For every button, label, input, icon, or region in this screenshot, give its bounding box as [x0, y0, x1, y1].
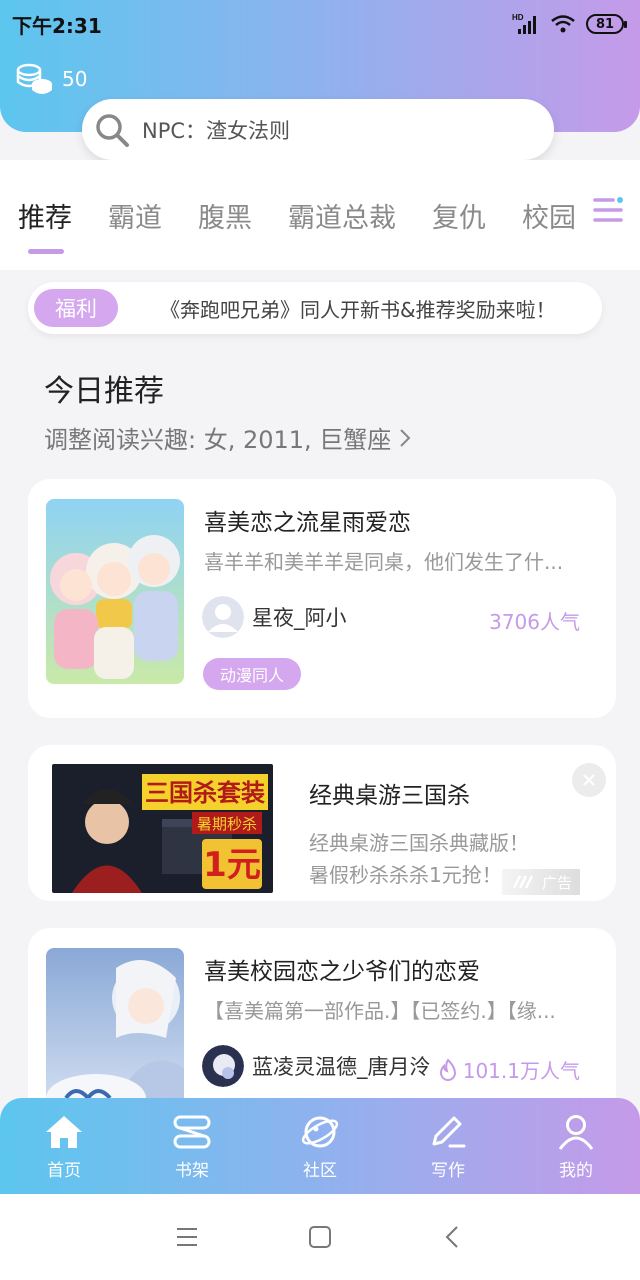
ad-title: 经典桌游三国杀	[309, 783, 470, 809]
tab-campus[interactable]: 校园	[522, 196, 576, 235]
tab-revenge[interactable]: 复仇	[432, 196, 486, 235]
svg-text:1元: 1元	[203, 845, 261, 885]
book-title: 喜美恋之流星雨爱恋	[204, 510, 411, 536]
nav-bookshelf-label: 书架	[175, 1161, 209, 1181]
svg-text:HD: HD	[512, 13, 524, 22]
ad-description-line1: 经典桌游三国杀典藏版！	[309, 831, 529, 855]
nav-write[interactable]: 写作	[384, 1098, 512, 1194]
author-info[interactable]: 蓝凌灵温德_唐月泠	[202, 1045, 431, 1087]
bottom-navigation: 首页 书架 社区 写作 我的	[0, 1098, 640, 1194]
wifi-icon	[551, 15, 575, 33]
nav-home[interactable]: 首页	[0, 1098, 128, 1194]
active-tab-indicator	[28, 249, 64, 254]
notice-text: 《奔跑吧兄弟》同人开新书&推荐奖励来啦！	[160, 297, 556, 322]
svg-text:三国杀套装: 三国杀套装	[145, 779, 265, 807]
book-description: 喜羊羊和美羊羊是同桌，他们发生了什...	[204, 550, 564, 574]
flame-icon	[439, 1058, 456, 1081]
ad-image: 1元 三国杀套装 暑期秒杀	[52, 764, 273, 893]
book-description: 【喜美篇第一部作品.】【已签约.】【缘...	[204, 999, 556, 1023]
nav-community-label: 社区	[303, 1161, 337, 1181]
ad-close-button[interactable]	[572, 763, 606, 797]
nav-home-label: 首页	[47, 1161, 81, 1181]
search-icon	[96, 113, 129, 147]
ad-card[interactable]: 1元 三国杀套装 暑期秒杀 经典桌游三国杀 经典桌游三国杀典藏版！ 暑假秒杀杀杀…	[28, 745, 616, 901]
coins-icon	[16, 63, 52, 94]
status-icons: HD 81	[512, 13, 627, 35]
book-card[interactable]: 喜美恋之流星雨爱恋 喜羊羊和美羊羊是同桌，他们发生了什... 星夜_阿小 370…	[28, 479, 616, 718]
author-name: 星夜_阿小	[252, 606, 347, 630]
battery-icon: 81	[586, 14, 627, 34]
reading-preference-text: 调整阅读兴趣: 女, 2011, 巨蟹座	[44, 426, 392, 454]
menu-icon	[593, 197, 623, 222]
tab-domineering[interactable]: 霸道	[108, 196, 162, 235]
tab-recommend[interactable]: 推荐	[18, 196, 72, 235]
tab-scheming[interactable]: 腹黑	[198, 196, 252, 235]
book-title: 喜美校园恋之少爷们的恋爱	[204, 959, 480, 985]
status-bar: 下午2:31 HD 81	[0, 0, 640, 48]
svg-text:暑期秒杀: 暑期秒杀	[197, 815, 257, 833]
nav-bookshelf[interactable]: 书架	[128, 1098, 256, 1194]
chevron-right-icon	[400, 428, 411, 447]
welfare-notice[interactable]: 福利 《奔跑吧兄弟》同人开新书&推荐奖励来啦！	[28, 282, 602, 334]
reading-preference-link[interactable]: 调整阅读兴趣: 女, 2011, 巨蟹座	[44, 420, 415, 455]
search-placeholder: NPC：渣女法则	[142, 118, 291, 143]
menu-button-icon[interactable]	[174, 1225, 200, 1249]
category-menu-button[interactable]	[578, 186, 640, 234]
ad-label-text: 广告	[541, 873, 572, 892]
profile-icon	[558, 1115, 594, 1150]
ad-description-line2: 暑假秒杀杀杀1元抢！	[309, 863, 502, 887]
tab-ceo[interactable]: 霸道总裁	[288, 196, 396, 235]
pen-icon	[432, 1116, 466, 1148]
genre-tag[interactable]: 动漫同人	[203, 658, 302, 690]
avatar	[202, 596, 244, 638]
coin-balance[interactable]: 50	[16, 62, 87, 96]
nav-write-label: 写作	[431, 1161, 465, 1181]
battery-level: 81	[595, 16, 615, 32]
back-button-icon[interactable]	[440, 1225, 466, 1249]
planet-icon	[301, 1116, 339, 1148]
welfare-badge: 福利	[34, 289, 118, 327]
book-cover	[46, 499, 184, 684]
popularity-count: 101.1万人气	[462, 1059, 580, 1083]
nav-profile-label: 我的	[559, 1161, 593, 1181]
avatar	[202, 1045, 244, 1087]
nav-profile[interactable]: 我的	[512, 1098, 640, 1194]
nav-community[interactable]: 社区	[256, 1098, 384, 1194]
ad-stripes-icon	[512, 875, 534, 889]
coin-count: 50	[62, 67, 88, 91]
close-icon	[583, 774, 595, 786]
bookshelf-icon	[173, 1115, 211, 1149]
home-button-icon[interactable]	[307, 1225, 333, 1249]
category-tabs: 推荐 霸道 腹黑 霸道总裁 复仇 校园	[18, 190, 640, 240]
signal-icon: HD	[512, 13, 536, 34]
popularity-count: 3706人气	[489, 610, 580, 634]
home-icon	[46, 1116, 82, 1148]
section-title: 今日推荐	[44, 374, 164, 409]
status-time: 下午2:31	[12, 13, 102, 38]
author-info[interactable]: 星夜_阿小	[202, 596, 347, 638]
search-bar[interactable]: NPC：渣女法则	[82, 99, 554, 160]
author-name: 蓝凌灵温德_唐月泠	[252, 1055, 431, 1079]
ad-label: 广告	[501, 869, 580, 895]
popularity: 101.1万人气	[439, 1055, 580, 1084]
system-navigation-bar	[0, 1194, 640, 1280]
